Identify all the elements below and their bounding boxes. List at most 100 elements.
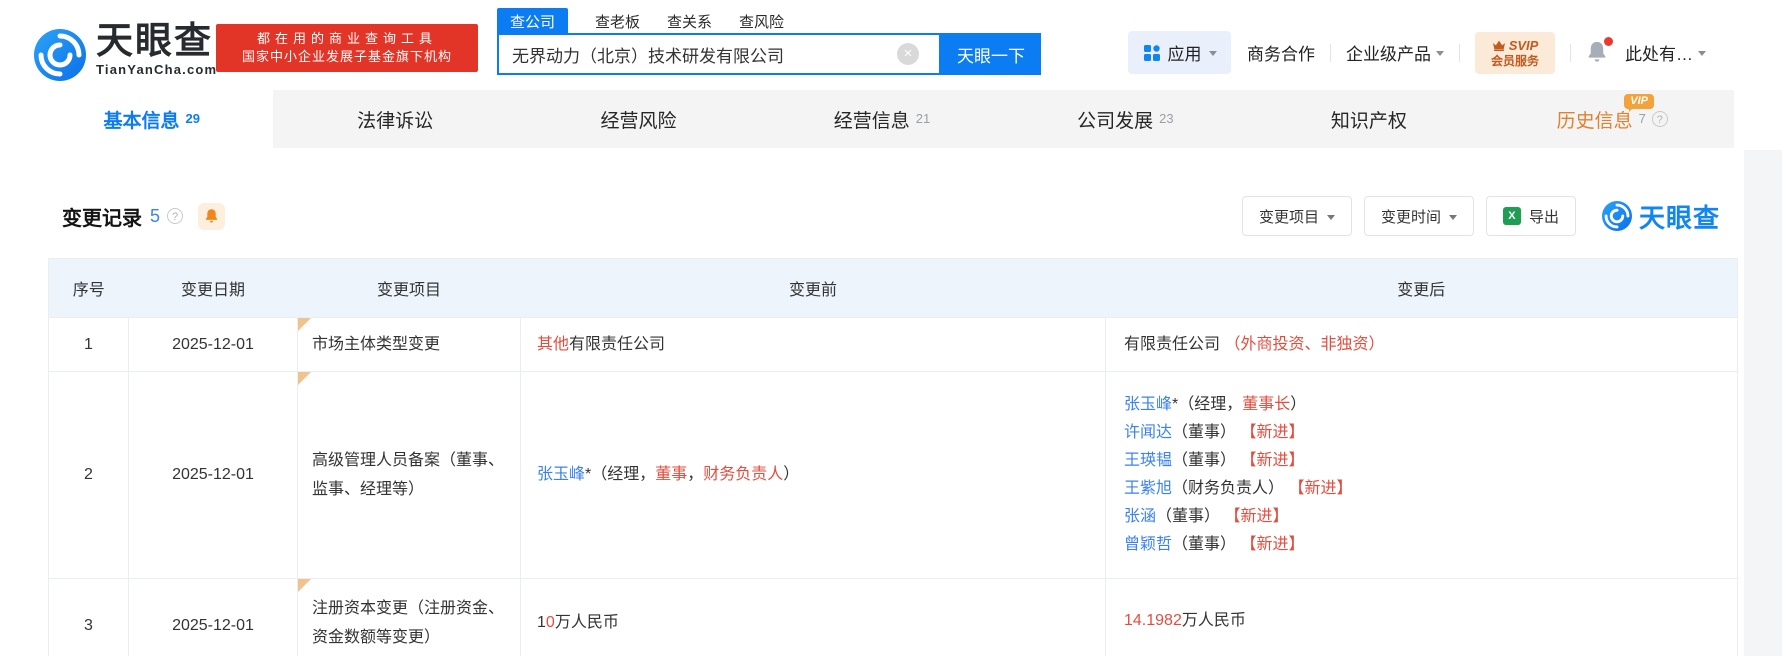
slogan-banner: 都在用的商业查询工具 国家中小企业发展子基金旗下机构 (216, 24, 478, 72)
nav-tab[interactable]: 经营风险 (517, 90, 760, 148)
cell-change-item: 高级管理人员备案（董事、监事、经理等） (298, 372, 521, 579)
brand-name: 天眼查 (96, 22, 217, 59)
cell-text: （董事） (1156, 508, 1224, 525)
cell-text: 财务负责人 (703, 466, 783, 483)
clear-icon[interactable]: × (897, 43, 919, 65)
cell-line: 曾颖哲（董事） 【新进】 (1124, 531, 1725, 559)
section-bar: 变更记录 5 ? 变更项目变更时间 X 导出 (48, 196, 1720, 236)
change-item-text: 注册资本变更（注册资金、资金数额等变更） (312, 600, 504, 646)
table-row: 12025-12-01 市场主体类型变更 其他有限责任公司 有限责任公司 （外商投资、… (49, 318, 1738, 372)
filter-buttons: 变更项目变更时间 (1242, 196, 1474, 236)
change-record-table-wrap: 序号变更日期变更项目变更前变更后 12025-12-01市场主体类型变更其他有限… (48, 258, 1738, 656)
section-title: 变更记录 (62, 202, 142, 231)
cell-text: ， (687, 466, 703, 483)
cell-text: 【新进】 (1240, 424, 1304, 441)
cell-text: ） (783, 466, 799, 483)
person-link[interactable]: 张涵 (1124, 508, 1156, 525)
cell-text: *（经理， (1172, 396, 1242, 413)
cell-line: 张玉峰*（经理，董事，财务负责人） (537, 461, 1093, 489)
change-item-text: 市场主体类型变更 (312, 336, 440, 353)
top-right-nav: 商务合作 企业级产品 SVIP 会员服务 (1247, 31, 1706, 74)
person-link[interactable]: 王瑛韫 (1124, 452, 1172, 469)
slogan-line2: 国家中小企业发展子基金旗下机构 (242, 48, 452, 66)
cell-text: 【新进】 (1288, 480, 1352, 497)
person-link[interactable]: 张玉峰 (1124, 396, 1172, 413)
tab-count: 29 (185, 111, 199, 126)
search-button[interactable]: 天眼一下 (941, 33, 1041, 75)
notification-dot (1604, 37, 1613, 46)
search-tab[interactable]: 查公司 (497, 8, 568, 35)
tab-label: 知识产权 (1331, 106, 1407, 133)
nav-tab[interactable]: 历史信息7?VIP (1491, 90, 1734, 148)
cell-after: 14.1982万人民币 (1106, 579, 1738, 656)
cell-line: 10万人民币 (537, 609, 1093, 637)
search-tab[interactable]: 查风险 (739, 11, 784, 32)
excel-icon: X (1503, 207, 1521, 225)
table-row: 32025-12-01注册资本变更（注册资金、资金数额等变更）10万人民币14.… (49, 579, 1738, 656)
cell-before: 其他有限责任公司 (521, 318, 1106, 372)
cell-text: 1 (537, 614, 546, 631)
tabbar: 基本信息29 法律诉讼 经营风险经营信息21公司发展23 知识产权 历史信息7?VIP (30, 90, 1734, 148)
person-link[interactable]: 许闻达 (1124, 424, 1172, 441)
chevron-down-icon (1209, 51, 1217, 56)
help-icon[interactable]: ? (167, 208, 183, 224)
cell-text: （董事） (1172, 424, 1240, 441)
tianyancha-watermark: 天眼查 (1602, 198, 1720, 235)
cell-line: 其他有限责任公司 (537, 331, 1093, 359)
cell-text: 董事 (655, 466, 687, 483)
svip-badge[interactable]: SVIP 会员服务 (1475, 32, 1555, 74)
top-bar: 天眼查 TianYanCha.com 都在用的商业查询工具 国家中小企业发展子基… (0, 0, 1782, 90)
svip-label: SVIP (1509, 39, 1539, 52)
cell-date: 2025-12-01 (129, 318, 298, 372)
tab-label: 公司发展 (1077, 106, 1153, 133)
slogan-line1: 都在用的商业查询工具 (257, 30, 437, 48)
cell-line: 有限责任公司 （外商投资、非独资） (1124, 331, 1725, 359)
vip-badge: VIP (1624, 94, 1654, 109)
tab-label: 经营信息 (834, 106, 910, 133)
column-header: 变更后 (1106, 259, 1738, 318)
cell-text: *（经理， (585, 466, 655, 483)
chevron-down-icon (1449, 215, 1457, 220)
cell-line: 14.1982万人民币 (1124, 607, 1725, 635)
column-header: 变更项目 (298, 259, 521, 318)
cell-text: 【新进】 (1240, 452, 1304, 469)
search-tab[interactable]: 查老板 (595, 11, 640, 32)
column-header: 变更前 (521, 259, 1106, 318)
person-link[interactable]: 张玉峰 (537, 466, 585, 483)
search-input[interactable] (497, 33, 941, 75)
tab-label: 法律诉讼 (357, 106, 433, 133)
search-tab[interactable]: 查关系 (667, 11, 712, 32)
apps-button[interactable]: 应用 (1128, 31, 1231, 74)
user-menu[interactable]: 此处有… (1625, 40, 1706, 65)
bell-icon (204, 208, 219, 224)
tianyancha-logo-icon (1602, 201, 1632, 231)
cell-change-item: 市场主体类型变更 (298, 318, 521, 372)
nav-tab[interactable]: 知识产权 (1247, 90, 1490, 148)
nav-cooperation[interactable]: 商务合作 (1247, 40, 1315, 65)
cell-before: 张玉峰*（经理，董事，财务负责人） (521, 372, 1106, 579)
cell-text: 【新进】 (1224, 508, 1288, 525)
logo-text[interactable]: 天眼查 TianYanCha.com (96, 22, 217, 76)
nav-tab[interactable]: 法律诉讼 (273, 90, 516, 148)
filter-button[interactable]: 变更项目 (1242, 196, 1352, 236)
nav-enterprise[interactable]: 企业级产品 (1346, 40, 1444, 65)
export-button[interactable]: X 导出 (1486, 196, 1576, 236)
corner-marker-icon (298, 579, 311, 592)
cell-text: （外商投资、非独资） (1224, 336, 1384, 353)
cell-after: 张玉峰*（经理，董事长）许闻达（董事） 【新进】王瑛韫（董事） 【新进】王紫旭（… (1106, 372, 1738, 579)
person-link[interactable]: 王紫旭 (1124, 480, 1172, 497)
nav-tab[interactable]: 公司发展23 (1004, 90, 1247, 148)
cell-no: 1 (49, 318, 129, 372)
cell-no: 3 (49, 579, 129, 656)
filter-button[interactable]: 变更时间 (1364, 196, 1474, 236)
cell-no: 2 (49, 372, 129, 579)
table-body: 12025-12-01市场主体类型变更其他有限责任公司有限责任公司 （外商投资、… (49, 318, 1738, 656)
nav-tab[interactable]: 经营信息21 (760, 90, 1003, 148)
subscribe-bell-button[interactable] (198, 203, 225, 230)
apps-label: 应用 (1168, 40, 1202, 65)
nav-tab[interactable]: 基本信息29 (30, 90, 273, 148)
chevron-down-icon (1436, 51, 1444, 56)
notifications-bell-button[interactable] (1586, 40, 1610, 66)
corner-marker-icon (298, 372, 311, 385)
person-link[interactable]: 曾颖哲 (1124, 536, 1172, 553)
